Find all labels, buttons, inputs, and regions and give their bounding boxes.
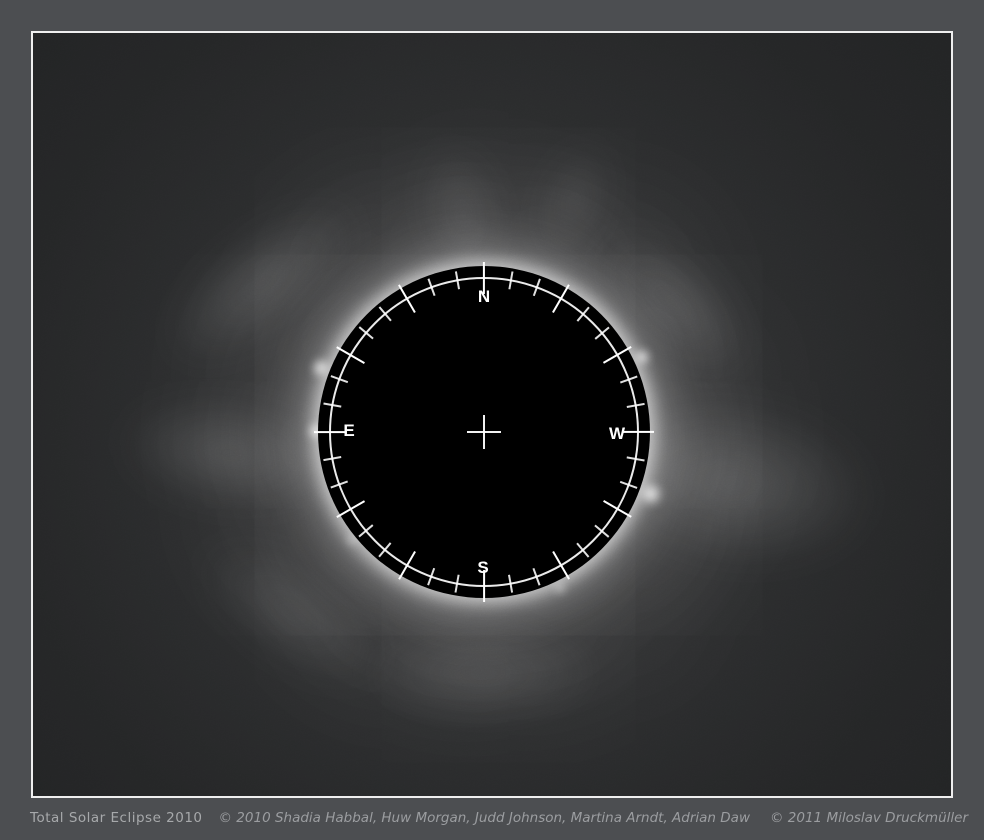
copyright-authors: © 2010 Shadia Habbal, Huw Morgan, Judd J… [219, 810, 750, 826]
compass-label-north: N [478, 287, 490, 307]
corona-streamer-south [313, 603, 653, 743]
center-cross-vertical [483, 415, 485, 449]
eclipse-photo: N E S W [31, 31, 953, 798]
photo-title: Total Solar Eclipse 2010 [30, 810, 203, 826]
caption-bar: Total Solar Eclipse 2010 © 2010 Shadia H… [30, 798, 968, 838]
compass-major-tick [622, 431, 654, 433]
page-background: N E S W Total Solar Eclipse 2010 © 2010 … [0, 0, 984, 840]
compass-label-east: E [343, 421, 354, 441]
copyright-block: © 2010 Shadia Habbal, Huw Morgan, Judd J… [219, 810, 968, 826]
copyright-processing: © 2011 Miloslav Druckmüller [770, 810, 968, 826]
compass-label-south: S [477, 558, 488, 578]
compass-major-tick [314, 431, 346, 433]
compass-label-west: W [609, 424, 625, 444]
